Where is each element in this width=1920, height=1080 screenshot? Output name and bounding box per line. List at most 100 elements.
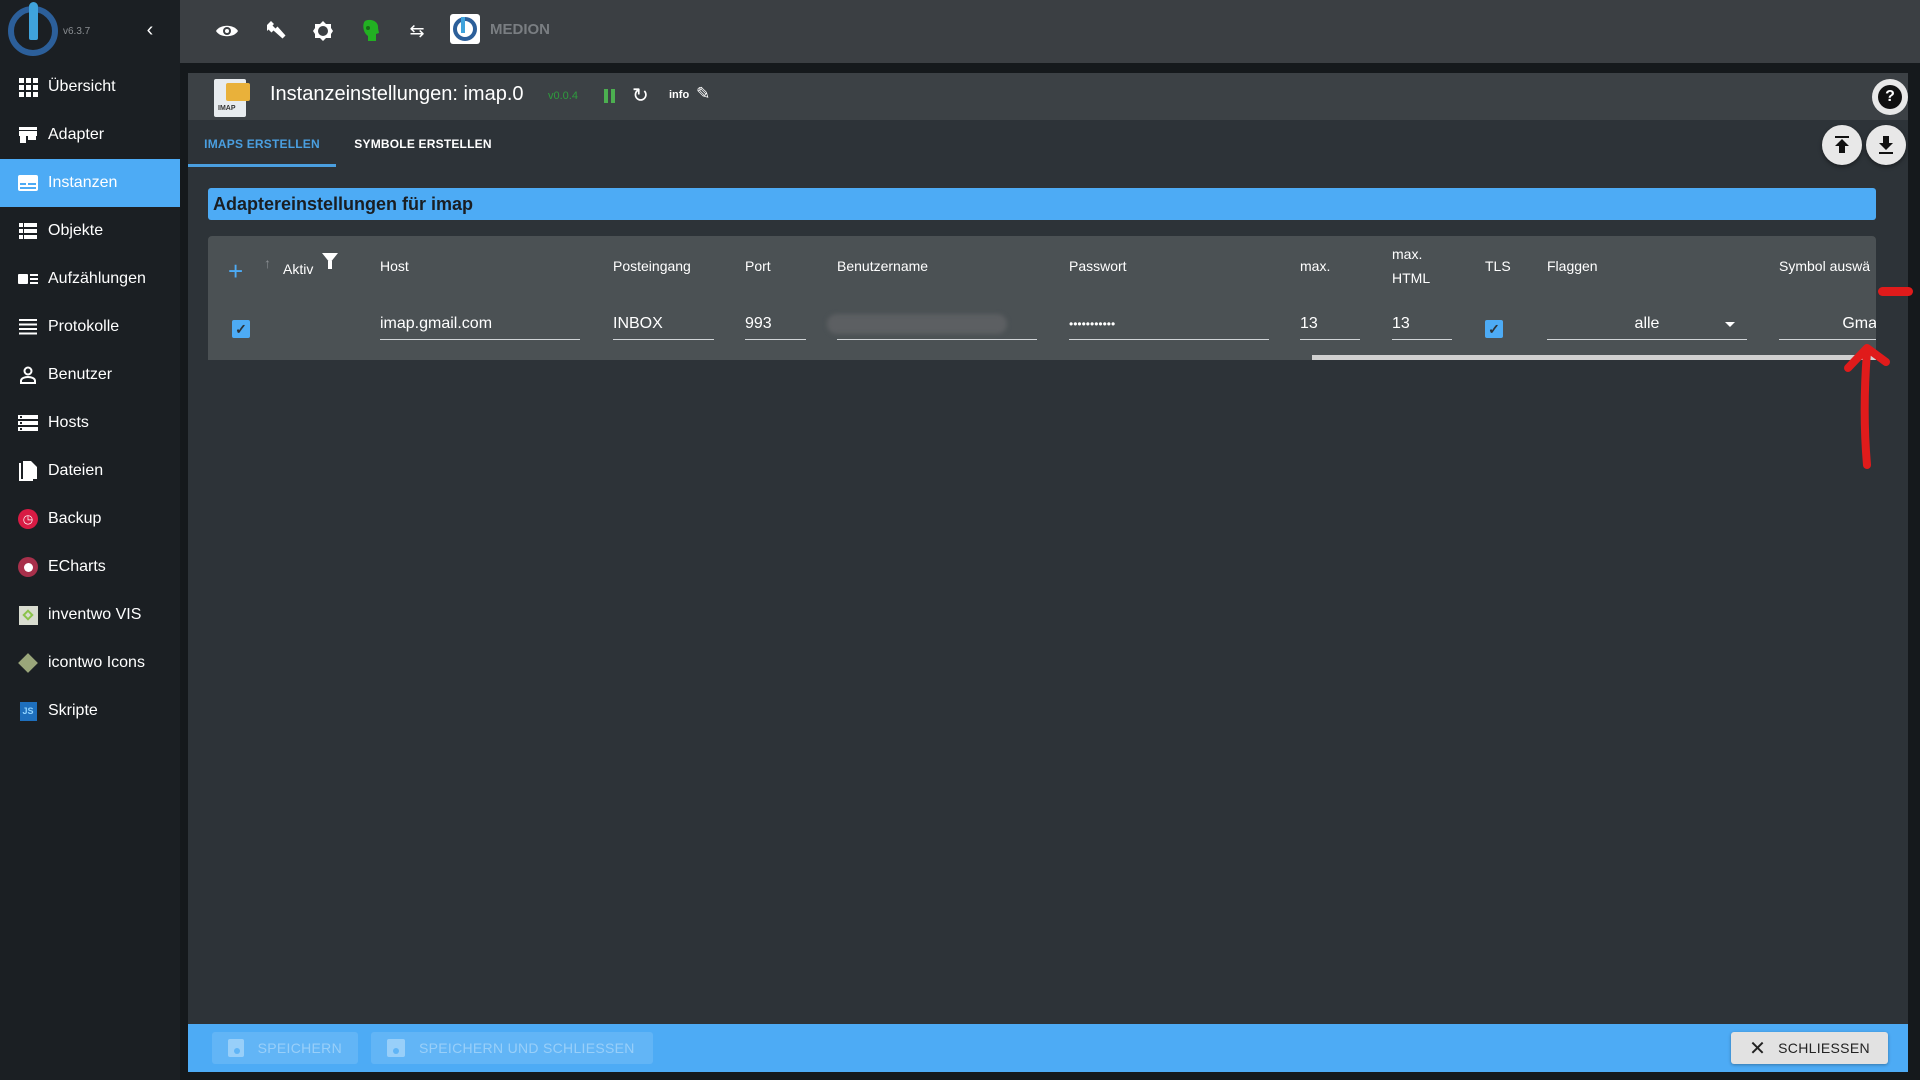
close-icon: ✕ [1749, 1037, 1767, 1060]
sidebar-item-label: Übersicht [48, 78, 116, 95]
aktiv-checkbox[interactable]: ✓ [232, 320, 250, 338]
chevron-left-icon: ‹ [146, 19, 154, 41]
column-header-aktiv[interactable]: Aktiv [283, 239, 313, 299]
echarts-icon [18, 557, 38, 577]
redacted-username [827, 313, 1007, 334]
host-name[interactable]: MEDION [490, 21, 550, 38]
tab-imaps-erstellen[interactable]: IMAPS ERSTELLEN [188, 120, 336, 167]
sidebar-item-label: icontwo Icons [48, 654, 145, 671]
sidebar-item-dateien[interactable]: Dateien [0, 447, 180, 495]
sidebar-item-instanzen[interactable]: Instanzen [0, 159, 180, 207]
sidebar-item-label: Protokolle [48, 318, 120, 335]
floppy-icon [387, 1039, 405, 1057]
instances-icon [18, 173, 38, 193]
gear-icon[interactable] [308, 16, 338, 46]
dialog-header: IMAP Instanzeinstellungen: imap.0 v0.0.4… [188, 73, 1908, 120]
collapse-sidebar-button[interactable]: ‹ [138, 18, 162, 42]
dropdown-arrow-icon [1725, 322, 1735, 327]
sidebar-item-label: inventwo VIS [48, 606, 142, 623]
sidebar-item-label: Objekte [48, 222, 104, 239]
horizontal-scrollbar[interactable] [208, 355, 1876, 360]
user-icon [18, 365, 38, 385]
save-and-close-button[interactable]: SPEICHERN UND SCHLIESSEN [371, 1032, 653, 1064]
backup-icon: ◷ [18, 509, 38, 529]
sidebar-item-inventwo-vis[interactable]: inventwo VIS [0, 591, 180, 639]
column-header-port[interactable]: Port [745, 236, 771, 296]
help-icon: ? [1878, 85, 1902, 109]
close-button[interactable]: ✕ SCHLIESSEN [1731, 1032, 1888, 1064]
wrench-icon[interactable] [260, 16, 290, 46]
column-header-host[interactable]: Host [380, 236, 409, 296]
iobroker-logo[interactable] [8, 2, 58, 56]
sidebar-item-objekte[interactable]: Objekte [0, 207, 180, 255]
eye-icon[interactable] [212, 16, 242, 46]
tab-symbole-erstellen[interactable]: SYMBOLE ERSTELLEN [336, 120, 510, 167]
window-edge [1908, 63, 1920, 1080]
posteingang-input[interactable]: INBOX [613, 308, 714, 340]
sidebar-item-icontwo-icons[interactable]: icontwo Icons [0, 639, 180, 687]
tabs: IMAPS ERSTELLEN SYMBOLE ERSTELLEN [188, 120, 1908, 167]
host-input[interactable]: imap.gmail.com [380, 308, 580, 340]
help-button[interactable]: ? [1872, 79, 1908, 115]
sidebar-item-label: Backup [48, 510, 102, 527]
info-log-level[interactable]: info [669, 89, 689, 101]
app-version: v6.3.7 [63, 26, 91, 37]
pause-icon[interactable] [602, 87, 616, 105]
column-header-symbol[interactable]: Symbol auswä [1779, 236, 1870, 296]
imap-table: + ↑ Aktiv Host Posteingang Port Benutzer… [208, 236, 1876, 360]
tls-checkbox[interactable]: ✓ [1485, 320, 1503, 338]
scrollbar-thumb[interactable] [1312, 355, 1876, 360]
column-header-flaggen[interactable]: Flaggen [1547, 236, 1598, 296]
sidebar-item-label: ECharts [48, 558, 106, 575]
imap-adapter-icon: IMAP [214, 75, 252, 119]
add-row-icon[interactable]: + [228, 256, 243, 287]
adapter-version: v0.0.4 [548, 90, 578, 102]
port-input[interactable]: 993 [745, 308, 806, 340]
filter-icon[interactable] [322, 253, 338, 269]
max-input[interactable]: 13 [1300, 308, 1360, 340]
max-html-input[interactable]: 13 [1392, 308, 1452, 340]
column-header-passwort[interactable]: Passwort [1069, 236, 1127, 296]
icontwo-icon [18, 653, 38, 673]
instance-settings-dialog: IMAP Instanzeinstellungen: imap.0 v0.0.4… [188, 73, 1908, 1072]
inventwo-icon [18, 605, 38, 625]
sync-off-icon[interactable]: ⇆ [402, 16, 432, 46]
save-button[interactable]: SPEICHERN [212, 1032, 358, 1064]
sidebar-item-hosts[interactable]: Hosts [0, 399, 180, 447]
sidebar-item-label: Dateien [48, 462, 104, 479]
sidebar-item-protokolle[interactable]: Protokolle [0, 303, 180, 351]
sidebar-item-aufzaehlungen[interactable]: Aufzählungen [0, 255, 180, 303]
download-config-button[interactable] [1866, 125, 1906, 165]
column-header-tls[interactable]: TLS [1485, 236, 1511, 296]
list-icon [18, 221, 38, 241]
benutzername-input[interactable] [827, 308, 1037, 340]
host-logo-icon [450, 14, 480, 44]
js-icon: JS [18, 701, 38, 721]
log-icon [18, 317, 38, 337]
sidebar-item-label: Hosts [48, 414, 89, 431]
column-header-posteingang[interactable]: Posteingang [613, 236, 691, 296]
sidebar-item-uebersicht[interactable]: Übersicht [0, 63, 180, 111]
sidebar-item-benutzer[interactable]: Benutzer [0, 351, 180, 399]
app-root: v6.3.7 ‹ Übersicht Adapter Instanzen Obj… [0, 0, 1920, 1080]
flaggen-select[interactable]: alle [1547, 308, 1747, 340]
section-title: Adaptereinstellungen für imap [208, 188, 1876, 220]
sidebar-item-adapter[interactable]: Adapter [0, 111, 180, 159]
sidebar: v6.3.7 ‹ Übersicht Adapter Instanzen Obj… [0, 0, 180, 1080]
column-header-max[interactable]: max. [1300, 236, 1330, 296]
reload-icon[interactable]: ↻ [632, 83, 649, 108]
hosts-icon [18, 413, 38, 433]
passwort-input[interactable]: ••••••••••• [1069, 308, 1269, 340]
upload-config-button[interactable] [1822, 125, 1862, 165]
column-header-benutzername[interactable]: Benutzername [837, 236, 928, 296]
pencil-icon[interactable]: ✎ [696, 84, 710, 104]
column-header-max-html[interactable]: max. HTML [1392, 236, 1430, 296]
symbol-select[interactable]: Gma [1779, 308, 1876, 340]
sidebar-item-backup[interactable]: ◷ Backup [0, 495, 180, 543]
expert-head-icon[interactable] [356, 16, 386, 46]
sidebar-item-skripte[interactable]: JS Skripte [0, 687, 180, 735]
sort-arrow-icon[interactable]: ↑ [264, 255, 271, 271]
sidebar-item-echarts[interactable]: ECharts [0, 543, 180, 591]
sidebar-item-label: Instanzen [48, 174, 118, 191]
sidebar-item-label: Aufzählungen [48, 270, 146, 287]
